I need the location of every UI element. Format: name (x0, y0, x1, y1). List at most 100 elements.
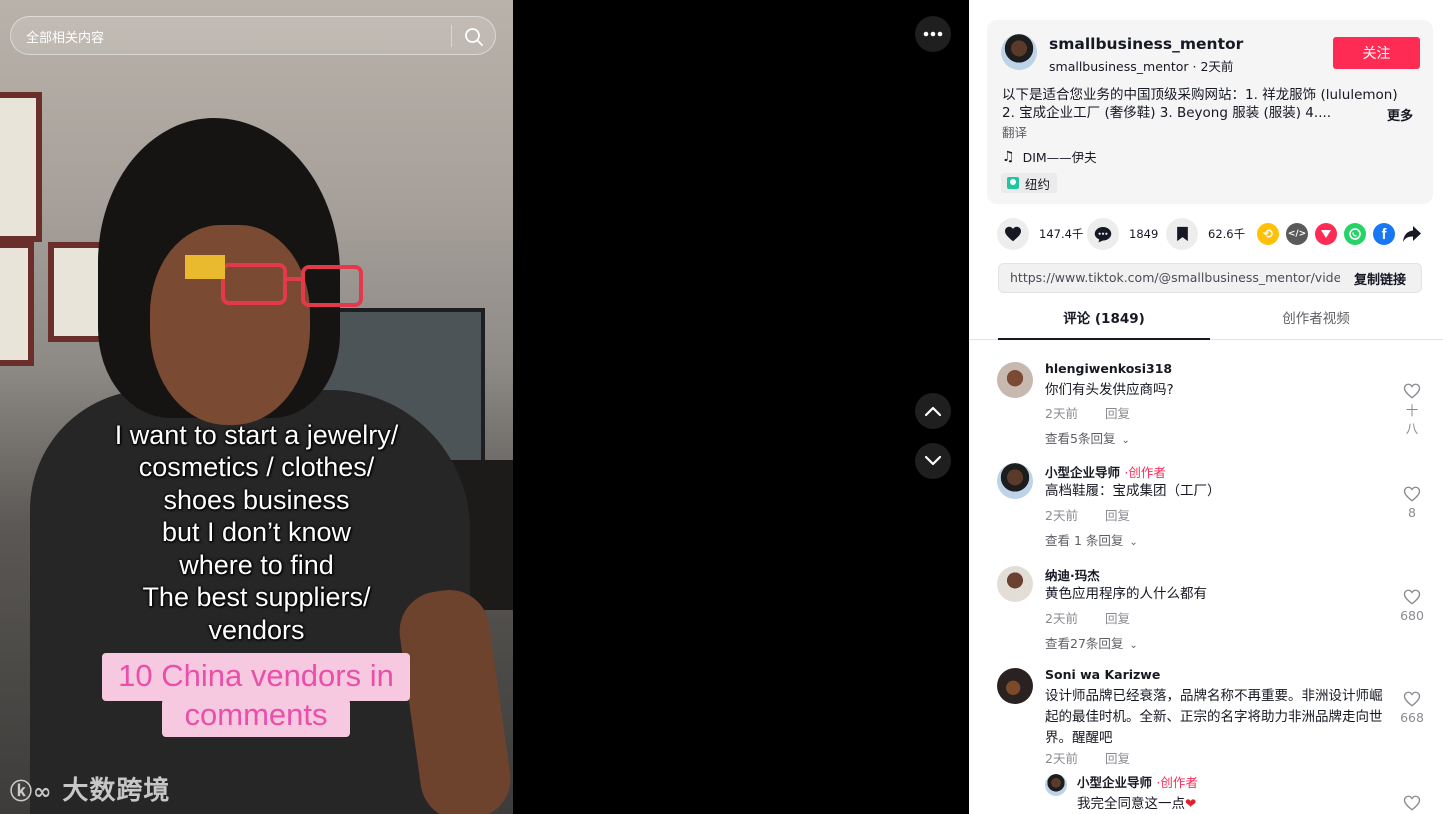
location-tag[interactable]: 纽约 (1001, 173, 1058, 193)
reply-button[interactable]: 回复 (1105, 748, 1130, 767)
chevron-up-icon (924, 406, 942, 417)
next-video-button[interactable] (915, 443, 951, 479)
video-player[interactable]: I want to start a jewelry/ cosmetics / c… (0, 0, 969, 814)
sidebar: smallbusiness_mentor smallbusiness_mento… (969, 0, 1443, 814)
chevron-down-icon: ⌄ (1121, 435, 1130, 446)
comment-time: 2天前 (1045, 611, 1078, 626)
comment-username[interactable]: 小型企业导师 ·创作者 (1045, 462, 1166, 481)
video-frame[interactable]: I want to start a jewelry/ cosmetics / c… (0, 0, 513, 814)
watermark: ⓚ∞ 大数跨境 (10, 770, 170, 807)
more-button[interactable]: 更多 (1387, 105, 1413, 124)
copy-link-button[interactable]: 复制链接 (1354, 269, 1406, 288)
comment-action[interactable]: 1849 (1087, 218, 1158, 250)
heart-outline-icon[interactable] (1403, 588, 1421, 606)
bookmark-icon[interactable] (1166, 218, 1198, 250)
reply-avatar[interactable] (1045, 774, 1067, 796)
comment-like[interactable]: 668 (1397, 690, 1427, 725)
comment-avatar[interactable] (997, 566, 1033, 602)
comment-item: hlengiwenkosi318 你们有头发供应商吗? 2天前 回复 查看5条回… (997, 361, 1421, 452)
music-row[interactable]: ♫ DIM——伊夫 (1002, 147, 1097, 166)
search-divider (451, 25, 452, 47)
reply-item: 小型企业导师 ·创作者 我完全同意这一点❤ (1045, 772, 1421, 814)
facebook-icon[interactable]: f (1373, 223, 1395, 245)
overlay-line: where to find (179, 550, 334, 580)
author-avatar[interactable] (1001, 34, 1037, 70)
location-label: 纽约 (1025, 176, 1051, 192)
comment-like-count: 680 (1400, 608, 1424, 623)
creator-badge: ·创作者 (1156, 775, 1198, 790)
author-card: smallbusiness_mentor smallbusiness_mento… (987, 20, 1433, 204)
music-title[interactable]: DIM——伊夫 (1023, 147, 1097, 166)
comment-avatar[interactable] (997, 668, 1033, 704)
chevron-down-icon: ⌄ (1129, 537, 1138, 548)
heart-outline-icon[interactable] (1403, 794, 1421, 812)
comment-time: 2天前 (1045, 508, 1078, 523)
tab-creator-videos[interactable]: 创作者视频 (1210, 305, 1422, 339)
music-note-icon: ♫ (1002, 148, 1015, 165)
comment-like-count: 668 (1400, 710, 1424, 725)
send-to-friends-icon[interactable] (1315, 223, 1337, 245)
reply-button[interactable]: 回复 (1105, 608, 1130, 627)
overlay-line: shoes business (163, 485, 350, 515)
overlay-line: vendors (208, 615, 305, 645)
more-dots-icon (923, 31, 943, 37)
view-replies-button[interactable]: 查看5条回复 ⌄ (1045, 428, 1130, 447)
view-replies-button[interactable]: 查看 1 条回复 ⌄ (1045, 530, 1138, 549)
comment-like-count: 十八 (1405, 403, 1419, 436)
comment-username[interactable]: hlengiwenkosi318 (1045, 361, 1172, 376)
comment-like[interactable]: 十八 (1397, 382, 1427, 438)
watermark-logo-icon: ⓚ∞ (10, 780, 53, 805)
comment-avatar[interactable] (997, 362, 1033, 398)
reply-button[interactable]: 回复 (1105, 403, 1130, 422)
view-replies-button[interactable]: 查看27条回复 ⌄ (1045, 633, 1138, 652)
reply-username[interactable]: 小型企业导师 ·创作者 (1077, 772, 1198, 791)
search-box[interactable]: 全部相关内容 (10, 16, 496, 55)
heart-icon[interactable] (997, 218, 1029, 250)
whatsapp-icon[interactable] (1344, 223, 1366, 245)
comment-like[interactable]: 680 (1397, 588, 1427, 623)
embed-icon[interactable]: </> (1286, 223, 1308, 245)
reply-text: 我完全同意这一点❤ (1077, 796, 1197, 812)
comment-icon[interactable] (1087, 218, 1119, 250)
comment-like-count: 8 (1408, 505, 1416, 520)
translate-link[interactable]: 翻译 (1002, 122, 1027, 141)
overlay-line: I want to start a jewelry/ (114, 420, 399, 450)
comment-username[interactable]: 纳迪·玛杰 (1045, 565, 1100, 584)
more-options-button[interactable] (915, 16, 951, 52)
description-line: 以下是适合您业务的中国顶级采购网站：1. 祥龙服饰 (lululemon) (1002, 87, 1398, 103)
video-description: 以下是适合您业务的中国顶级采购网站：1. 祥龙服饰 (lululemon) 2.… (1002, 86, 1422, 122)
video-link-box[interactable]: https://www.tiktok.com/@smallbusiness_me… (998, 263, 1422, 293)
comment-text: 黄色应用程序的人什么都有 (1045, 586, 1207, 602)
heart-outline-icon[interactable] (1403, 690, 1421, 708)
repost-icon[interactable]: ⟲ (1257, 223, 1279, 245)
reply-button[interactable]: 回复 (1105, 505, 1130, 524)
comment-text: 设计师品牌已经衰落，品牌名称不再重要。非洲设计师崛起的最佳时机。全新、正宗的名字… (1045, 688, 1383, 746)
wall-certificate (0, 242, 34, 366)
heart-outline-icon[interactable] (1403, 485, 1421, 503)
video-link-url[interactable]: https://www.tiktok.com/@smallbusiness_me… (1010, 270, 1340, 285)
share-arrow-icon[interactable] (1402, 225, 1422, 245)
author-handle[interactable]: smallbusiness_mentor (1049, 59, 1189, 74)
red-heart-icon: ❤ (1185, 796, 1197, 812)
creator-badge: ·创作者 (1124, 465, 1166, 480)
like-action[interactable]: 147.4千 (997, 218, 1083, 250)
chevron-down-icon (924, 455, 942, 466)
author-username[interactable]: smallbusiness_mentor (1049, 35, 1243, 53)
comment-like[interactable]: 8 (1397, 485, 1427, 520)
glasses (185, 255, 363, 307)
overlay-line: The best suppliers/ (142, 582, 371, 612)
search-icon[interactable] (463, 26, 485, 48)
save-action[interactable]: 62.6千 (1166, 218, 1245, 250)
active-tab-indicator (998, 338, 1210, 340)
comment-username[interactable]: Soni wa Karizwe (1045, 667, 1160, 682)
tab-comments[interactable]: 评论 (1849) (998, 305, 1210, 339)
comment-count: 1849 (1129, 227, 1159, 241)
search-input[interactable]: 全部相关内容 (26, 27, 104, 46)
follow-button[interactable]: 关注 (1333, 37, 1420, 69)
heart-outline-icon[interactable] (1403, 382, 1421, 400)
comment-avatar[interactable] (997, 463, 1033, 499)
overlay-line: cosmetics / clothes/ (138, 452, 375, 482)
previous-video-button[interactable] (915, 393, 951, 429)
post-date: 2天前 (1200, 59, 1234, 74)
pink-caption-line1: 10 China vendors in (102, 653, 410, 701)
